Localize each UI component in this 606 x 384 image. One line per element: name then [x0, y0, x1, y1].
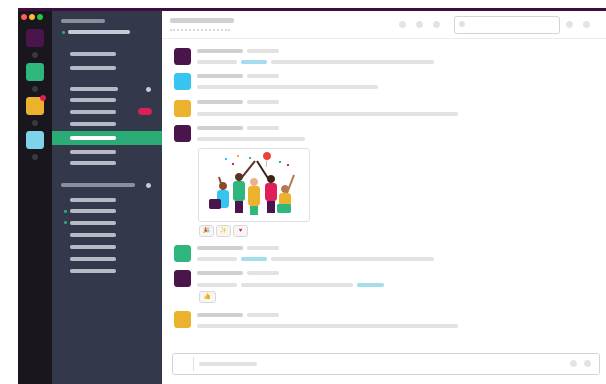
message-text	[197, 112, 458, 116]
workspace-switcher-2[interactable]	[26, 63, 44, 81]
message-author[interactable]	[197, 246, 243, 250]
workspace-separator	[32, 154, 38, 160]
message-text	[241, 283, 353, 287]
reaction-button[interactable]: 👍	[199, 291, 216, 303]
message-timestamp[interactable]	[247, 126, 279, 130]
composer-action-icon[interactable]	[584, 360, 591, 367]
message-timestamp[interactable]	[247, 49, 279, 53]
message-text	[197, 283, 237, 287]
message-text	[197, 60, 237, 64]
workspace-notification-dot	[40, 95, 46, 101]
avatar[interactable]	[174, 48, 191, 65]
avatar[interactable]	[174, 270, 191, 287]
dm-item[interactable]	[70, 233, 116, 237]
message-composer[interactable]	[172, 353, 600, 375]
window-minimize-button[interactable]	[29, 14, 35, 20]
presence-dot	[64, 221, 67, 224]
message-timestamp[interactable]	[247, 246, 279, 250]
header-divider	[162, 38, 606, 39]
reaction-button[interactable]: ♥	[233, 225, 248, 237]
message-timestamp[interactable]	[247, 271, 279, 275]
sidebar-item-mentions[interactable]	[70, 66, 116, 70]
workspace-separator	[32, 120, 38, 126]
sidebar-item-active-channel[interactable]	[52, 131, 162, 145]
message-text	[197, 257, 237, 261]
workspace-name[interactable]	[61, 19, 105, 23]
avatar[interactable]	[174, 311, 191, 328]
message-timestamp[interactable]	[247, 313, 279, 317]
workspace-rail	[18, 11, 52, 384]
thumbs-up-icon: 👍	[203, 294, 212, 300]
message-author[interactable]	[197, 126, 243, 130]
dm-item[interactable]	[70, 221, 116, 225]
sidebar-item-channel[interactable]	[70, 161, 116, 165]
composer-divider	[193, 357, 194, 371]
unread-indicator-dot	[146, 87, 151, 92]
message-text	[197, 85, 378, 89]
message-author[interactable]	[197, 74, 243, 78]
channel-title[interactable]	[170, 18, 234, 23]
avatar[interactable]	[174, 125, 191, 142]
message-author[interactable]	[197, 313, 243, 317]
active-channel-label	[70, 136, 116, 140]
window-close-button[interactable]	[21, 14, 27, 20]
message-link[interactable]	[241, 60, 267, 64]
message-text	[271, 257, 434, 261]
dm-item[interactable]	[70, 245, 116, 249]
dm-item[interactable]	[70, 257, 116, 261]
message-link[interactable]	[241, 257, 267, 261]
header-action-icon[interactable]	[433, 21, 440, 28]
message-author[interactable]	[197, 271, 243, 275]
sidebar-item-threads[interactable]	[70, 52, 116, 56]
high-five-team-illustration	[209, 152, 295, 215]
avatar[interactable]	[174, 73, 191, 90]
message-author[interactable]	[197, 100, 243, 104]
message-link[interactable]	[357, 283, 384, 287]
heart-icon: ♥	[238, 228, 243, 234]
user-status[interactable]	[68, 30, 130, 34]
message-text	[271, 60, 434, 64]
sidebar-item-channel[interactable]	[70, 122, 116, 126]
header-action-icon[interactable]	[583, 21, 590, 28]
dm-item[interactable]	[70, 269, 116, 273]
message-timestamp[interactable]	[247, 74, 279, 78]
channel-topic[interactable]	[170, 29, 230, 33]
dm-item[interactable]	[70, 209, 116, 213]
party-popper-icon: 🎉	[202, 228, 211, 234]
composer-placeholder	[199, 362, 257, 366]
header-action-icon[interactable]	[416, 21, 423, 28]
header-action-icon[interactable]	[399, 21, 406, 28]
mention-badge	[138, 108, 152, 115]
message-text	[197, 324, 458, 328]
workspace-separator	[32, 52, 38, 58]
avatar[interactable]	[174, 245, 191, 262]
sidebar-item-channel[interactable]	[70, 98, 116, 102]
avatar[interactable]	[174, 100, 191, 117]
section-header-direct-messages[interactable]	[61, 183, 135, 187]
sidebar-item-channel[interactable]	[70, 110, 116, 114]
search-icon	[459, 21, 465, 27]
message-author[interactable]	[197, 49, 243, 53]
header-action-icon[interactable]	[566, 21, 573, 28]
workspace-separator	[32, 86, 38, 92]
sidebar-item-channel[interactable]	[70, 87, 118, 91]
window-maximize-button[interactable]	[37, 14, 43, 20]
sparkles-icon: ✨	[219, 228, 228, 234]
presence-dot	[64, 210, 67, 213]
presence-dot	[62, 31, 65, 34]
message-pane: 🎉 ✨ ♥ 👍	[162, 11, 606, 384]
workspace-switcher-1[interactable]	[26, 29, 44, 47]
section-add-dot[interactable]	[146, 183, 151, 188]
dm-item[interactable]	[70, 198, 116, 202]
reaction-button[interactable]: ✨	[216, 225, 231, 237]
workspace-switcher-4[interactable]	[26, 131, 44, 149]
composer-action-icon[interactable]	[570, 360, 577, 367]
sidebar-item-channel[interactable]	[70, 150, 116, 154]
message-timestamp[interactable]	[247, 100, 279, 104]
image-attachment[interactable]	[198, 148, 310, 222]
message-text	[197, 137, 305, 141]
channel-sidebar	[52, 11, 162, 384]
search-input[interactable]	[454, 16, 560, 34]
reaction-button[interactable]: 🎉	[199, 225, 214, 237]
